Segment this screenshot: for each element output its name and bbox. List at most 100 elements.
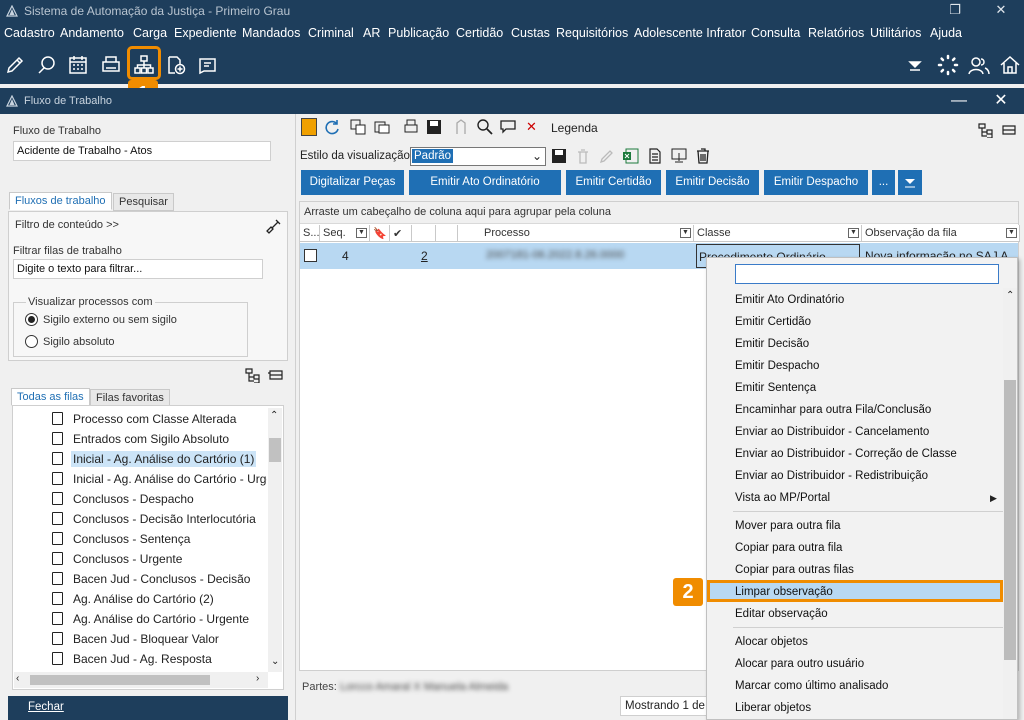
radio-absolute[interactable] <box>25 335 38 348</box>
chevron-down-icon[interactable]: ▼ <box>680 228 691 238</box>
column-header-seq[interactable]: Seq. ▼ <box>320 225 370 242</box>
chevron-down-icon[interactable]: ▼ <box>848 228 859 238</box>
tree-item[interactable]: Bacen Jud - Ag. Resposta <box>52 652 214 670</box>
tree-item[interactable]: Conclusos - Urgente <box>52 552 184 570</box>
emitir-certidao-button[interactable]: Emitir Certidão <box>566 170 661 195</box>
search-icon[interactable] <box>476 118 494 136</box>
fechar-button[interactable]: Fechar <box>8 696 288 720</box>
home-icon[interactable] <box>997 52 1023 78</box>
column-header-blank-1[interactable] <box>412 225 436 242</box>
menu-item-encaminhar[interactable]: Encaminhar para outra Fila/Conclusão <box>735 404 931 416</box>
column-header-classe[interactable]: Classe ▼ <box>694 225 862 242</box>
chevron-down-icon[interactable]: ⌄ <box>271 656 279 667</box>
flow-field[interactable]: Acidente de Trabalho - Atos <box>13 141 271 161</box>
duplicate-icon[interactable] <box>374 119 390 135</box>
refresh-icon[interactable] <box>324 119 340 135</box>
tree-item[interactable]: Bacen Jud - Conclusos - Decisão <box>52 572 252 590</box>
filter-content-toggle[interactable]: Filtro de conteúdo >> <box>15 219 119 231</box>
spinner-icon[interactable] <box>935 52 961 78</box>
message-icon[interactable] <box>500 119 518 135</box>
tree-item[interactable]: Inicial - Ag. Análise do Cartório - Urge <box>52 472 267 490</box>
menu-item-mover-fila[interactable]: Mover para outra fila <box>735 520 840 532</box>
menu-item-copiar-filas[interactable]: Copiar para outras filas <box>735 564 854 576</box>
calendar-icon[interactable] <box>65 52 91 78</box>
child-minimize-button[interactable]: — <box>944 90 974 112</box>
menu-item-alocar-objetos[interactable]: Alocar objetos <box>735 636 808 648</box>
attach-icon[interactable] <box>453 119 469 135</box>
menu-item-distribuidor-correcao[interactable]: Enviar ao Distribuidor - Correção de Cla… <box>735 448 957 460</box>
tab-todas-as-filas[interactable]: Todas as filas <box>11 388 90 406</box>
expand-tree-icon[interactable] <box>244 367 260 383</box>
list-view-icon[interactable] <box>1001 122 1017 138</box>
edit-view-icon[interactable] <box>599 148 615 164</box>
users-icon[interactable] <box>966 52 992 78</box>
chevron-down-icon[interactable]: ▼ <box>1006 228 1017 238</box>
menu-ajuda[interactable]: Ajuda <box>930 26 962 40</box>
menu-item-emitir-decisao[interactable]: Emitir Decisão <box>735 338 809 350</box>
context-search-input[interactable] <box>735 264 999 284</box>
chevron-up-icon[interactable]: ⌃ <box>270 410 278 421</box>
close-window-button[interactable]: ✕ <box>978 0 1024 22</box>
folder-icon[interactable] <box>195 52 221 78</box>
document-icon[interactable] <box>647 148 663 164</box>
menu-publicacao[interactable]: Publicação <box>388 26 449 40</box>
chevron-up-icon[interactable]: ⌃ <box>1006 290 1014 301</box>
tree-item[interactable]: Conclusos - Decisão Interlocutória <box>52 512 258 530</box>
emitir-ato-ordinatorio-button[interactable]: Emitir Ato Ordinatório <box>409 170 561 195</box>
menu-item-emitir-certidao[interactable]: Emitir Certidão <box>735 316 811 328</box>
menu-item-copiar-fila[interactable]: Copiar para outra fila <box>735 542 842 554</box>
bookmark-icon[interactable] <box>301 118 317 136</box>
menu-item-liberar-objetos[interactable]: Liberar objetos <box>735 702 811 714</box>
column-header-observacao[interactable]: Observação da fila ▼ <box>862 225 1020 242</box>
menu-item-emitir-ato-ordinatorio[interactable]: Emitir Ato Ordinatório <box>735 294 844 306</box>
menu-relatorios[interactable]: Relatórios <box>808 26 864 40</box>
row-processo[interactable]: 2007181-06.2022.8.26.0000 <box>486 249 624 261</box>
add-doc-icon[interactable] <box>163 52 189 78</box>
remove-icon[interactable]: ✕ <box>526 119 537 135</box>
search-doc-icon[interactable] <box>34 52 60 78</box>
menu-item-marcar-ultimo[interactable]: Marcar como último analisado <box>735 680 888 692</box>
menu-mandados[interactable]: Mandados <box>242 26 300 40</box>
menu-custas[interactable]: Custas <box>511 26 550 40</box>
filter-queues-input[interactable]: Digite o texto para filtrar... <box>13 259 263 279</box>
print-icon[interactable] <box>403 119 419 135</box>
column-header-processo[interactable]: Processo ▼ <box>458 225 694 242</box>
menu-andamento[interactable]: Andamento <box>60 26 124 40</box>
menu-requisitorios[interactable]: Requisitórios <box>556 26 628 40</box>
radio-external[interactable] <box>25 313 38 326</box>
legend-label[interactable]: Legenda <box>551 121 598 135</box>
chevron-down-icon[interactable]: ▼ <box>356 228 367 238</box>
menu-carga[interactable]: Carga <box>133 26 167 40</box>
emitir-despacho-button[interactable]: Emitir Despacho <box>764 170 868 195</box>
tree-item[interactable]: Entrados com Sigilo Absoluto <box>52 432 231 450</box>
menu-item-vista-mp-portal[interactable]: Vista ao MP/Portal <box>735 492 830 504</box>
chevron-right-icon[interactable]: › <box>256 673 259 684</box>
column-header-s[interactable]: S... <box>300 225 320 242</box>
menu-item-editar-observacao[interactable]: Editar observação <box>735 608 828 620</box>
tree-item[interactable]: Bacen Jud - Bloquear Valor <box>52 632 221 650</box>
tree-horizontal-scrollbar[interactable]: ‹ › <box>14 672 268 688</box>
tree-item[interactable]: Processo com Classe Alterada <box>52 412 238 430</box>
menu-item-emitir-despacho[interactable]: Emitir Despacho <box>735 360 819 372</box>
chevron-left-icon[interactable]: ‹ <box>16 673 19 684</box>
context-menu-scroll-thumb[interactable] <box>1004 380 1016 660</box>
edit-icon[interactable] <box>2 52 28 78</box>
tab-pesquisar[interactable]: Pesquisar <box>113 193 174 211</box>
tab-fluxos-de-trabalho[interactable]: Fluxos de trabalho <box>9 192 112 210</box>
tree-view-icon[interactable] <box>977 122 993 138</box>
menu-adolescente-infrator[interactable]: Adolescente Infrator <box>634 26 746 40</box>
digitalizar-pecas-button[interactable]: Digitalizar Peças <box>301 170 404 195</box>
tree-hscroll-thumb[interactable] <box>30 675 210 685</box>
context-menu-scrollbar[interactable]: ⌃ <box>1003 288 1017 719</box>
printer-icon[interactable] <box>98 52 124 78</box>
excel-icon[interactable] <box>623 148 639 164</box>
tree-scroll-thumb[interactable] <box>269 438 281 462</box>
tree-item[interactable]: Conclusos - Despacho <box>52 492 196 510</box>
menu-criminal[interactable]: Criminal <box>308 26 354 40</box>
copy-icon[interactable] <box>350 119 366 135</box>
row-checkbox[interactable] <box>304 249 317 262</box>
clear-filter-icon[interactable] <box>266 218 282 234</box>
more-actions-button[interactable]: ... <box>872 170 895 195</box>
column-header-bookmark[interactable]: 🔖 <box>370 225 390 242</box>
view-style-select[interactable]: Padrão ⌄ <box>410 147 546 166</box>
